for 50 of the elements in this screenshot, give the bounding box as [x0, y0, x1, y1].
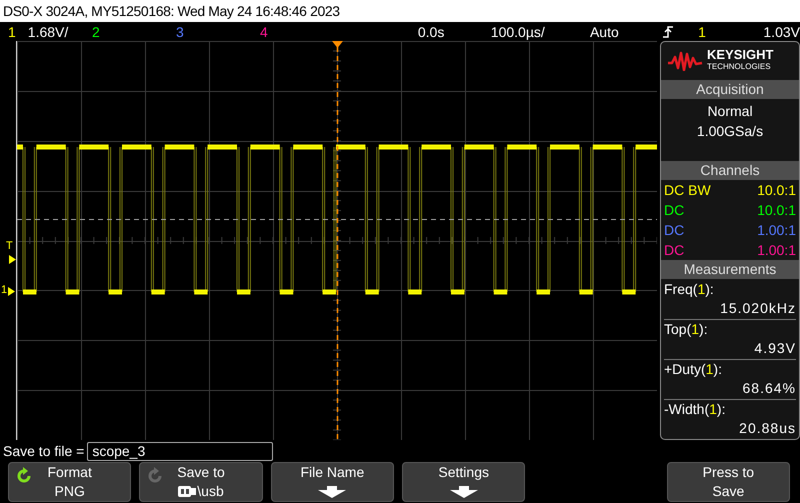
softkey-button[interactable]: File Name: [270, 462, 394, 502]
section-header[interactable]: Acquisition: [661, 80, 799, 100]
trigger-marker-label: T: [6, 241, 13, 252]
wave-logo-icon: [667, 51, 703, 72]
softkey-button[interactable]: Format PNG: [8, 462, 132, 502]
save-to-file-label: Save to file =: [3, 443, 84, 459]
brand-subtitle: TECHNOLOGIES: [707, 61, 772, 74]
softkey-button[interactable]: Save to \usb: [139, 462, 263, 502]
brand-name: KEYSIGHT: [707, 49, 774, 62]
softkey-button[interactable]: Settings: [402, 462, 526, 502]
down-arrow-icon: [450, 486, 478, 498]
section-header[interactable]: Measurements: [661, 260, 799, 279]
trigger-level-arrow-icon[interactable]: [9, 255, 16, 264]
measurement-value: 4.93V: [753, 339, 796, 358]
measurement-label: +Duty(1):: [664, 360, 723, 379]
measurement-label: Top(1):: [664, 320, 709, 339]
down-arrow-icon: [318, 486, 346, 498]
trigger-level: 1.03V: [762, 24, 800, 40]
probe-ratio: 1.00:1: [757, 222, 796, 238]
acquisition-mode: Normal: [707, 102, 753, 122]
ground-marker-label: 1: [1, 285, 8, 296]
measurement-label: Freq(1):: [664, 280, 715, 299]
channel-number[interactable]: 2: [92, 24, 100, 40]
measurement-value: 68.64%: [742, 379, 796, 398]
section-header[interactable]: Channels: [661, 161, 799, 180]
rising-edge-icon: [662, 24, 674, 38]
channel-number[interactable]: 3: [176, 24, 184, 40]
softkey-button[interactable]: Press to Save: [666, 462, 790, 502]
file-name-field[interactable]: scope_3: [87, 442, 274, 460]
timebase-value: 100.0µs/: [490, 24, 546, 40]
sample-rate: 1.00GSa/s: [696, 122, 764, 142]
probe-ratio: 1.00:1: [757, 242, 796, 258]
channel-number[interactable]: 1: [8, 24, 16, 40]
delay-value: 0.0s: [416, 24, 446, 40]
trigger-source: 1: [697, 24, 707, 40]
channel-scale: 1.68V/: [28, 24, 68, 40]
title-bar: DS0-X 3024A, MY51250168: Wed May 24 16:48:46 2023: [0, 0, 800, 22]
trigger-mode: Auto: [588, 24, 620, 40]
trigger-position-marker[interactable]: [332, 41, 343, 48]
channel-number[interactable]: 4: [260, 24, 268, 40]
probe-ratio: 10.0:1: [757, 182, 796, 198]
ground-level-arrow-icon[interactable]: [8, 287, 15, 296]
measurement-value: 20.88us: [738, 419, 796, 438]
probe-ratio: 10.0:1: [757, 202, 796, 218]
channel-coupling: DC: [664, 242, 684, 258]
channel-coupling: DC: [664, 202, 684, 218]
measurement-value: 15.020kHz: [719, 299, 796, 318]
measurement-label: -Width(1):: [664, 400, 726, 419]
channel-coupling: DC BW: [664, 182, 711, 198]
channel-coupling: DC: [664, 222, 684, 238]
